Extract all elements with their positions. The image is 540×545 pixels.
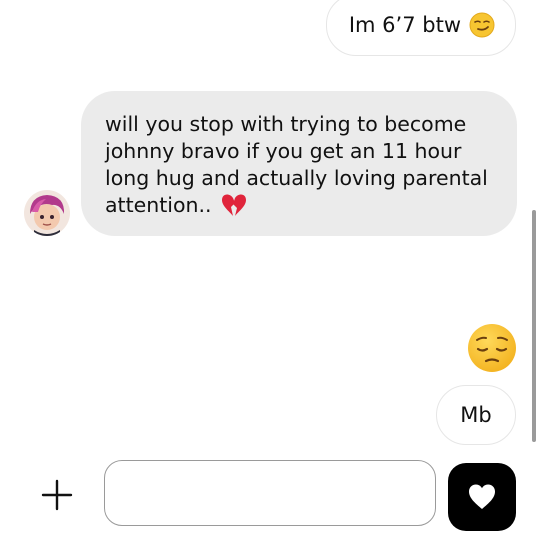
incoming-message-bubble[interactable]: will you stop with trying to become john… (81, 91, 517, 236)
avatar-image (24, 190, 70, 236)
message-text: will you stop with trying to become john… (105, 112, 495, 217)
message-text: Im 6’7 btw (348, 13, 461, 37)
smirking-face-emoji-icon (469, 12, 495, 38)
message-input[interactable] (104, 460, 436, 526)
broken-heart-emoji-icon (221, 194, 246, 216)
outgoing-message-bubble[interactable]: Im 6’7 btw (325, 0, 516, 56)
message-text: Mb (460, 403, 492, 427)
pensive-face-emoji-icon[interactable] (467, 323, 517, 373)
outgoing-message-bubble[interactable]: Mb (436, 385, 516, 445)
plus-icon[interactable] (40, 478, 74, 512)
heart-button[interactable] (448, 463, 516, 531)
scrollbar[interactable] (532, 210, 536, 442)
sender-avatar[interactable] (24, 190, 70, 236)
chat-screen: Im 6’7 btw will you stop with trying to … (0, 0, 540, 545)
heart-icon (469, 484, 495, 509)
